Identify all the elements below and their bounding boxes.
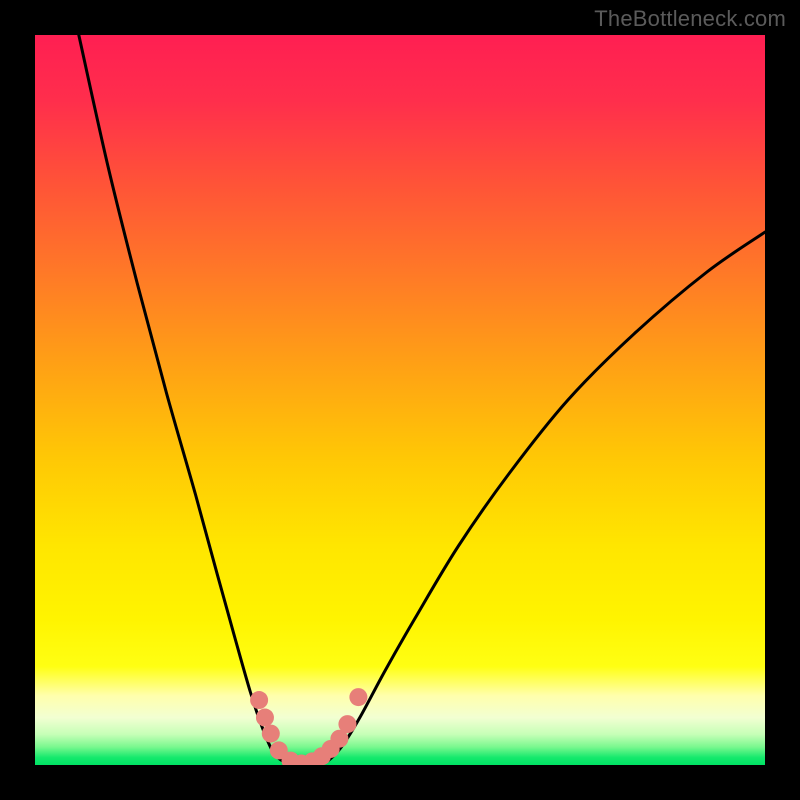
bottleneck-curve-path (79, 35, 765, 765)
data-point (262, 725, 280, 743)
marker-series (250, 688, 367, 765)
watermark-text: TheBottleneck.com (594, 6, 786, 32)
data-point (338, 715, 356, 733)
data-point (349, 688, 367, 706)
data-point (250, 691, 268, 709)
chart-svg (35, 35, 765, 765)
plot-area (35, 35, 765, 765)
bottleneck-curve (79, 35, 765, 765)
chart-frame: TheBottleneck.com (0, 0, 800, 800)
data-point (256, 709, 274, 727)
